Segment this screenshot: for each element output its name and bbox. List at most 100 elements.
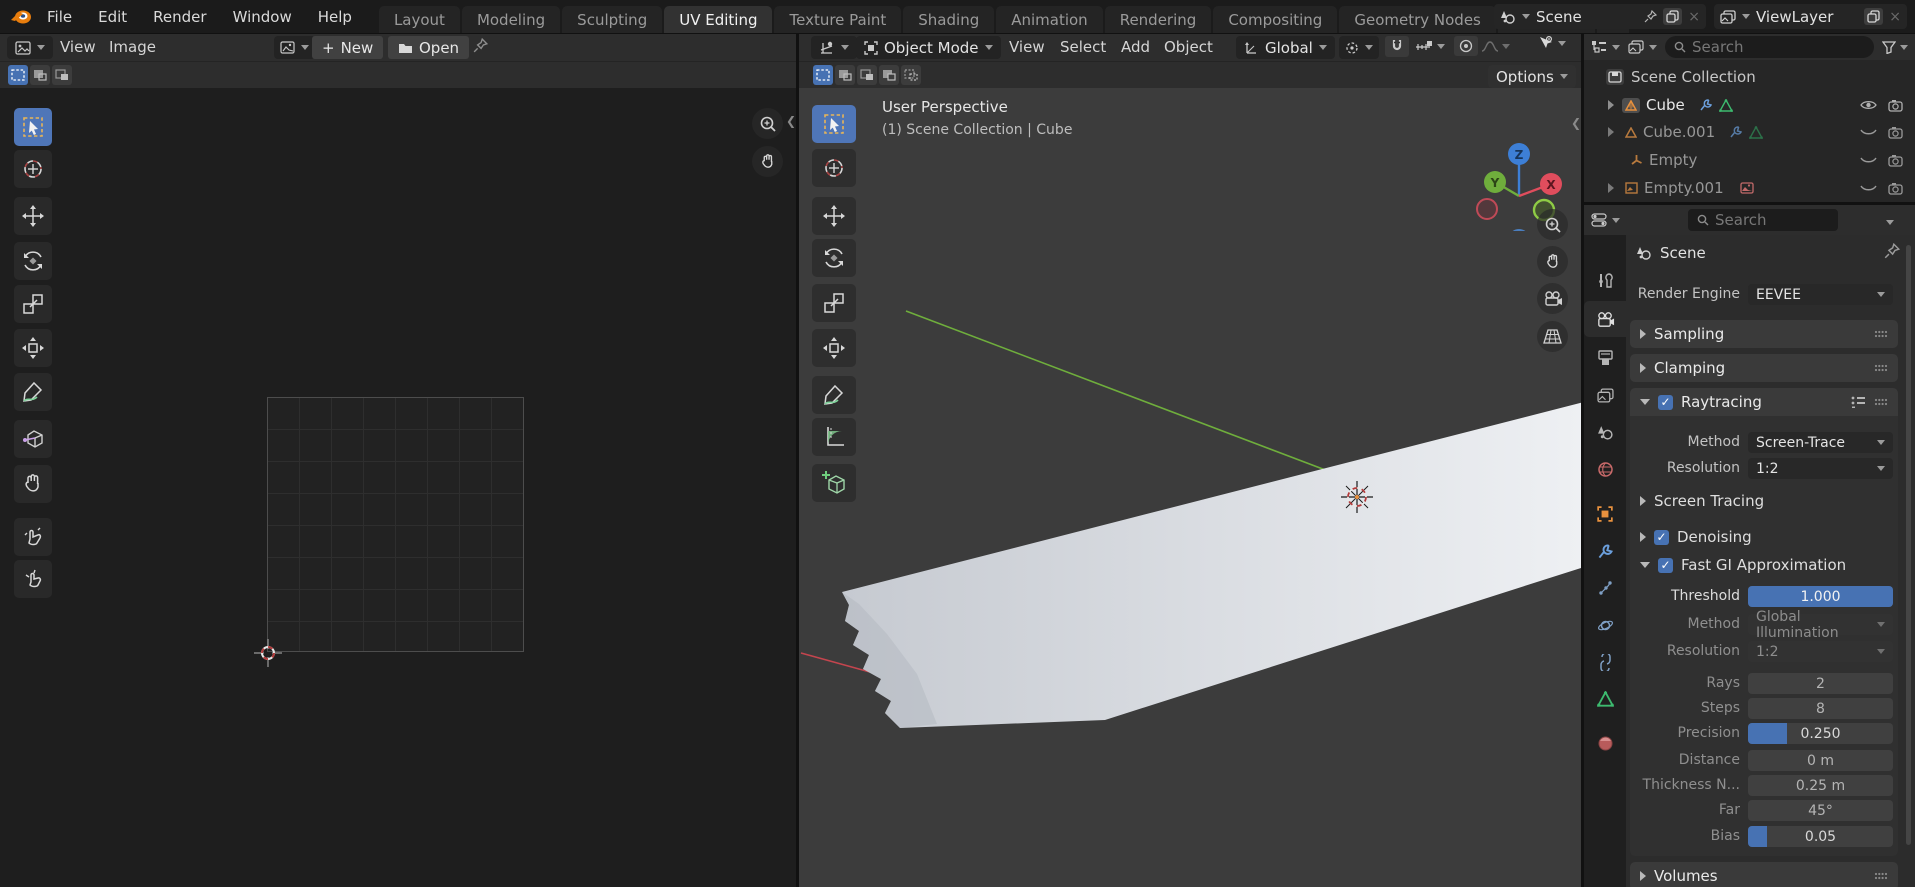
- viewport-editor-type-button[interactable]: [811, 36, 857, 59]
- vp-tool-move[interactable]: [812, 197, 856, 235]
- snap-toggle-button[interactable]: [1385, 36, 1409, 57]
- new-viewlayer-copy-icon[interactable]: [1864, 8, 1883, 25]
- uv-sidebar-collapse-arrow[interactable]: ❮: [786, 114, 796, 128]
- menu-edit[interactable]: Edit: [85, 0, 140, 33]
- disable-render-camera-icon[interactable]: [1888, 99, 1903, 112]
- open-image-button[interactable]: Open: [388, 36, 469, 59]
- tab-output[interactable]: [1584, 341, 1626, 375]
- viewlayer-selector[interactable]: ViewLayer ×: [1714, 4, 1907, 29]
- uv-pan-button[interactable]: [752, 146, 783, 177]
- pin-icon[interactable]: [1644, 10, 1657, 23]
- vp-menu-select[interactable]: Select: [1060, 38, 1106, 56]
- uv-tool-relax[interactable]: [14, 518, 52, 556]
- mesh-data-icon[interactable]: [1719, 99, 1733, 112]
- vp-tool-tweak-select[interactable]: [812, 105, 856, 143]
- tab-render-active[interactable]: [1584, 301, 1626, 337]
- outliner-row-cube[interactable]: Cube: [1584, 92, 1915, 118]
- workspace-tab-texture-paint[interactable]: Texture Paint: [774, 6, 901, 33]
- vp-tool-transform[interactable]: [812, 329, 856, 367]
- properties-search[interactable]: Search: [1688, 209, 1838, 231]
- outliner-display-mode-button[interactable]: [1591, 40, 1620, 54]
- pivot-point-selector[interactable]: [1339, 36, 1379, 59]
- properties-editor-type-button[interactable]: [1591, 213, 1620, 227]
- workspace-tab-shading[interactable]: Shading: [903, 6, 994, 33]
- panel-volumes[interactable]: Volumes: [1630, 862, 1898, 887]
- snap-target-button[interactable]: [1411, 37, 1449, 56]
- vp-select-mode-extend-button[interactable]: [835, 65, 855, 85]
- uv-tool-rip-region[interactable]: [14, 420, 52, 458]
- properties-scrollbar[interactable]: [1906, 245, 1911, 845]
- precision-slider[interactable]: 0.250: [1748, 723, 1893, 744]
- menu-window[interactable]: Window: [220, 0, 305, 33]
- viewport-options-button[interactable]: Options: [1488, 65, 1576, 88]
- pin-image-icon[interactable]: [473, 38, 488, 53]
- subpanel-fast-gi[interactable]: ✓ Fast GI Approximation: [1640, 556, 1846, 574]
- breadcrumb-scene[interactable]: Scene: [1660, 244, 1706, 262]
- vp-select-mode-invert-button[interactable]: [879, 65, 899, 85]
- vp-tool-rotate[interactable]: [812, 239, 856, 277]
- pin-id-icon[interactable]: [1884, 243, 1900, 259]
- panel-raytracing[interactable]: ✓ Raytracing: [1630, 388, 1898, 416]
- close-viewlayer-icon[interactable]: ×: [1889, 9, 1901, 25]
- outliner-filter-button[interactable]: [1882, 41, 1908, 54]
- workspace-tab-rendering[interactable]: Rendering: [1105, 6, 1212, 33]
- vp-tool-annotate[interactable]: [812, 376, 856, 414]
- subpanel-denoising[interactable]: ✓ Denoising: [1640, 528, 1752, 546]
- menu-file[interactable]: File: [34, 0, 85, 33]
- expand-icon[interactable]: [1608, 127, 1614, 137]
- hidden-eye-closed-icon[interactable]: [1860, 154, 1877, 166]
- gi-method-dropdown[interactable]: Global Illumination: [1748, 614, 1893, 635]
- workspace-tab-sculpting[interactable]: Sculpting: [562, 6, 662, 33]
- panel-sampling[interactable]: Sampling: [1630, 320, 1898, 348]
- tab-modifiers[interactable]: [1584, 534, 1626, 568]
- outliner-row-cube-001[interactable]: Cube.001: [1584, 119, 1915, 145]
- uv-tool-annotate[interactable]: [14, 373, 52, 411]
- hidden-eye-closed-icon[interactable]: [1860, 182, 1877, 194]
- rt-method-dropdown[interactable]: Screen-Trace: [1748, 432, 1893, 453]
- raytracing-checkbox[interactable]: ✓: [1658, 395, 1673, 410]
- bias-slider[interactable]: 0.05: [1748, 826, 1893, 847]
- transform-orientation-selector[interactable]: Global: [1236, 36, 1335, 59]
- vp-camera-view-button[interactable]: [1537, 283, 1568, 314]
- uv-menu-image[interactable]: Image: [109, 38, 156, 56]
- vp-tool-cursor[interactable]: [812, 149, 856, 187]
- mesh-data-icon[interactable]: [1749, 126, 1763, 139]
- threshold-slider[interactable]: 1.000: [1748, 586, 1893, 607]
- uv-tool-tweak-select[interactable]: [14, 108, 52, 146]
- panel-clamping[interactable]: Clamping: [1630, 354, 1898, 382]
- vp-tool-scale[interactable]: [812, 284, 856, 322]
- uv-tool-move[interactable]: [14, 197, 52, 235]
- uv-tool-transform[interactable]: [14, 329, 52, 367]
- tab-view-layer[interactable]: [1584, 378, 1626, 412]
- proportional-editing-toggle[interactable]: [1454, 36, 1478, 56]
- disable-render-camera-icon[interactable]: [1888, 126, 1903, 139]
- proportional-falloff-button[interactable]: [1481, 40, 1510, 53]
- rt-resolution-dropdown[interactable]: 1:2: [1748, 458, 1893, 479]
- vp-select-mode-set-button[interactable]: [813, 65, 833, 85]
- vp-perspective-toggle-button[interactable]: [1537, 321, 1568, 352]
- subpanel-screen-tracing[interactable]: Screen Tracing: [1640, 492, 1764, 510]
- uv-tool-grab[interactable]: [14, 465, 52, 503]
- vp-select-mode-subtract-button[interactable]: [857, 65, 877, 85]
- uv-menu-view[interactable]: View: [60, 38, 96, 56]
- steps-field[interactable]: 8: [1748, 698, 1893, 719]
- close-scene-icon[interactable]: ×: [1688, 9, 1700, 25]
- properties-options-chevron[interactable]: [1886, 211, 1894, 229]
- outliner-filter-type-button[interactable]: [1628, 40, 1657, 54]
- denoising-checkbox[interactable]: ✓: [1654, 530, 1669, 545]
- outliner-search[interactable]: Search: [1665, 36, 1874, 58]
- rays-field[interactable]: 2: [1748, 673, 1893, 694]
- outliner-row-empty-001[interactable]: Empty.001: [1584, 175, 1915, 201]
- vp-menu-add[interactable]: Add: [1121, 38, 1150, 56]
- menu-help[interactable]: Help: [305, 0, 365, 33]
- render-engine-dropdown[interactable]: EEVEE: [1748, 284, 1893, 305]
- far-field[interactable]: 45°: [1748, 800, 1893, 821]
- vp-tool-measure[interactable]: [812, 418, 856, 456]
- uv-tool-scale[interactable]: [14, 285, 52, 323]
- scene-selector[interactable]: Scene ×: [1494, 4, 1706, 29]
- uv-zoom-button[interactable]: [752, 108, 783, 139]
- hide-eye-icon[interactable]: [1860, 99, 1877, 111]
- hidden-eye-closed-icon[interactable]: [1860, 126, 1877, 138]
- vp-pan-button[interactable]: [1537, 246, 1568, 277]
- menu-render[interactable]: Render: [140, 0, 219, 33]
